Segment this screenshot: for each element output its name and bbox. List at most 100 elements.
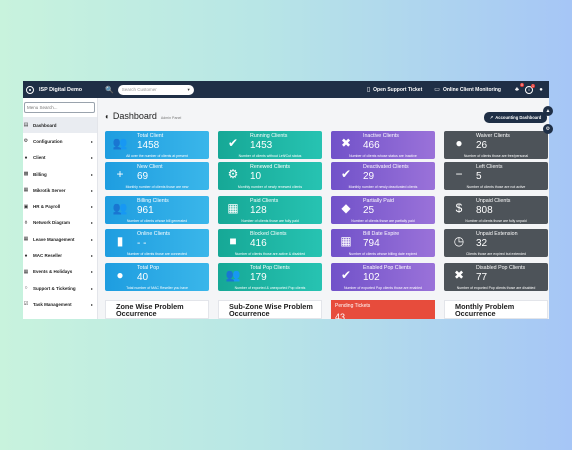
stat-card-value: 26: [476, 140, 488, 151]
chevron-right-icon: ▸: [90, 204, 93, 210]
stat-card-description: Clients those are expired but extended: [466, 252, 526, 256]
sidebar-item-client[interactable]: ● Client ▸: [23, 150, 97, 166]
settings-toggle-button[interactable]: ⚙: [543, 124, 553, 134]
pending-tickets-panel[interactable]: Pending Tickets 43: [331, 300, 435, 319]
sidebar-item-configuration[interactable]: ⚙ Configuration ▸: [23, 133, 97, 149]
zone-wise-problem-panel: Zone Wise Problem Occurrence: [105, 300, 209, 319]
stat-card[interactable]: ● Total Pop 40 Total number of MAC Reseller…: [105, 263, 209, 291]
stat-card-description: Number of exported Pop clients those are…: [456, 286, 536, 290]
stat-card-value: 416: [250, 238, 267, 249]
sidebar-item-network-diagram[interactable]: ◊ Network Diagram ▸: [23, 215, 97, 231]
sidebar-item-label: Configuration: [33, 138, 63, 144]
reseller-icon: ●: [24, 252, 28, 259]
stat-card-label: Online Clients: [137, 231, 170, 237]
stat-card-description: Number of clients those are not active: [466, 185, 526, 189]
sidebar-item-leave-management[interactable]: ▦ Leave Management ▸: [23, 231, 97, 247]
user-check-icon: ✔: [340, 268, 352, 282]
stat-card[interactable]: ✖ Inactive Clients 466 Number of clients wh…: [331, 131, 435, 159]
sidebar-item-support-ticketing[interactable]: ○ Support & Ticketing ▸: [23, 280, 97, 296]
sidebar-item-events-holidays[interactable]: ▦ Events & Holidays ▸: [23, 264, 97, 280]
logo-icon[interactable]: [26, 85, 34, 94]
breadcrumb: Admin Panel: [160, 116, 182, 120]
sidebar-item-label: Network Diagram: [33, 220, 71, 226]
sidebar-item-mac-reseller[interactable]: ● MAC Reseller ▸: [23, 247, 97, 263]
handshake-icon: ◆: [341, 201, 351, 215]
server-icon: ▦: [23, 187, 29, 194]
stat-card-description: Number of clients those are fully unpaid: [465, 219, 527, 223]
stat-card-description: Number of clients without Left/Cut statu…: [238, 154, 302, 158]
stat-card[interactable]: ✔ Deactivated Clients 29 Monthly number of …: [331, 162, 435, 190]
stat-card-label: Bill Date Expire: [363, 231, 400, 237]
user-check-icon: ✔: [227, 136, 239, 150]
stat-card[interactable]: − Left Clients 5 Number of clients those ar…: [444, 162, 548, 190]
sidebar-item-label: HR & Payroll: [33, 204, 61, 210]
chevron-right-icon: ▸: [90, 269, 93, 275]
stat-card-label: Running Clients: [250, 133, 288, 139]
accounting-dashboard-label: Accounting Dashboard: [495, 115, 542, 120]
stat-card[interactable]: ■ Blocked Clients 416 Number of clients tho…: [218, 229, 322, 257]
stat-card[interactable]: 👥 Total Pop Clients 179 Number of exported …: [218, 263, 322, 291]
signal-icon: ▮: [116, 234, 124, 248]
stat-card[interactable]: ▦ Bill Date Expire 794 Number of clients wh…: [331, 229, 435, 257]
chevron-down-icon: ▾: [187, 86, 190, 92]
stat-card[interactable]: ● Waiver Clients 26 Number of clients those…: [444, 131, 548, 159]
user-icon[interactable]: ●: [537, 86, 545, 94]
online-client-monitoring-button[interactable]: ▭ Online Client Monitoring: [434, 86, 501, 94]
open-support-ticket-button[interactable]: ▯ Open Support Ticket: [367, 86, 422, 94]
sidebar-item-dashboard[interactable]: ▤ Dashboard: [23, 117, 97, 134]
stat-card[interactable]: ▮ Online Clients - - Number of clients thos…: [105, 229, 209, 257]
stat-card[interactable]: ✔ Running Clients 1453 Number of clients wi…: [218, 131, 322, 159]
stat-card[interactable]: ✖ Disabled Pop Clients 77 Number of exporte…: [444, 263, 548, 291]
stat-card-value: 5: [476, 171, 482, 182]
stat-card[interactable]: 👥 Total Client 1458 All over the number of …: [105, 131, 209, 159]
stat-card-description: All over the number of clients at presen…: [126, 154, 188, 158]
stat-card[interactable]: ◆ Partially Paid 25 Number of clients those…: [331, 196, 435, 224]
accounting-dashboard-button[interactable]: ↗ Accounting Dashboard: [484, 112, 547, 123]
sidebar-item-mikrotik-server[interactable]: ▦ Mikrotik Server ▸: [23, 182, 97, 198]
user-icon: ●: [116, 268, 124, 282]
brand-name[interactable]: ISP Digital Demo: [39, 87, 82, 93]
stat-card-description: Monthly number of newly deactivated clie…: [348, 185, 418, 189]
sidebar-item-label: Task Management: [33, 301, 72, 307]
stat-card[interactable]: $ Unpaid Clients 808 Number of clients thos…: [444, 196, 548, 224]
calendar-icon: ▦: [23, 236, 29, 243]
stat-card[interactable]: ◷ Unpaid Extension 32 Clients those are exp…: [444, 229, 548, 257]
tasks-icon: ☑: [23, 301, 29, 308]
network-icon: ◊: [24, 219, 28, 226]
stat-card[interactable]: ▦ Paid Clients 128 Number of clients those …: [218, 196, 322, 224]
stat-card-value: 794: [363, 238, 380, 249]
stat-card-label: Partially Paid: [363, 198, 394, 204]
sidebar: Menu Search... ▤ Dashboard ⚙ Configuration…: [23, 98, 98, 319]
receipt-icon: ▩: [23, 171, 29, 178]
dashboard-icon: ▤: [23, 122, 29, 129]
info-icon[interactable]: i1: [525, 83, 535, 94]
menu-search-input[interactable]: Menu Search...: [24, 102, 95, 113]
monthly-problem-panel: Monthly Problem Occurrence: [444, 300, 548, 319]
app-window: ISP Digital Demo 🔍 Search Customer ▾ ▯ O…: [23, 81, 549, 319]
stat-card-value: 29: [363, 171, 375, 182]
stat-card-label: Total Pop Clients: [250, 265, 290, 271]
stat-card[interactable]: ⚙ Renewed Clients 10 Monthly number of newl…: [218, 162, 322, 190]
customer-search-input[interactable]: Search Customer ▾: [117, 84, 194, 95]
scroll-up-button[interactable]: ▲: [543, 106, 553, 116]
chevron-right-icon: ▸: [90, 253, 93, 259]
bell-icon[interactable]: ♣ 0: [513, 82, 524, 94]
stat-card[interactable]: ✔ Enabled Pop Clients 102 Number of exporte…: [331, 263, 435, 291]
chevron-right-icon: ▸: [90, 171, 93, 177]
stat-card-label: Total Client: [137, 133, 164, 139]
sidebar-item-billing[interactable]: ▩ Billing ▸: [23, 166, 97, 182]
sidebar-item-task-management[interactable]: ☑ Task Management ▸: [23, 296, 97, 312]
monitor-icon: ▭: [434, 87, 440, 93]
chevron-right-icon: ▸: [90, 301, 93, 307]
users-icon: 👥: [225, 268, 241, 282]
notification-badge: 0: [520, 82, 524, 87]
user-circle-icon: ●: [455, 136, 463, 150]
stat-card[interactable]: + New Client 69 Monthly number of clients t…: [105, 162, 209, 190]
stat-card-description: Monthly number of clients those are new: [125, 185, 189, 189]
sidebar-item-hr-payroll[interactable]: ▣ HR & Payroll ▸: [23, 198, 97, 214]
chevron-right-icon: ▸: [90, 236, 93, 242]
stat-card[interactable]: 👥 Billing Clients 961 Number of clients who…: [105, 196, 209, 224]
stat-card-value: 179: [250, 272, 267, 283]
stat-card-description: Total number of MAC Reseller you have: [126, 286, 188, 290]
stat-card-label: Unpaid Extension: [476, 231, 518, 237]
